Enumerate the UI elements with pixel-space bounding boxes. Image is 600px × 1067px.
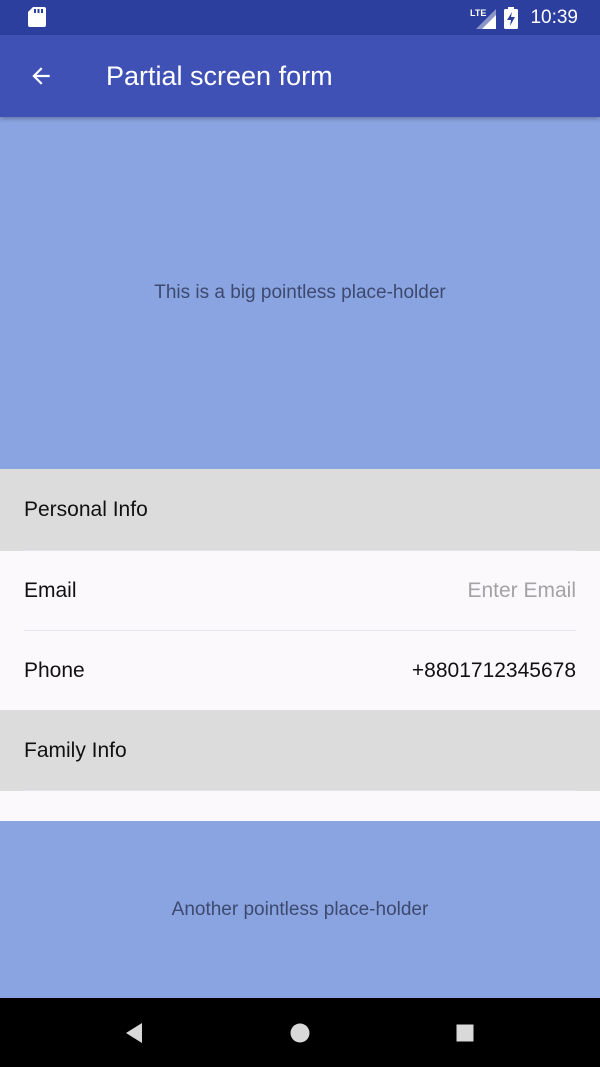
status-time: 10:39 bbox=[530, 6, 578, 28]
nav-home-button[interactable] bbox=[277, 1010, 323, 1056]
phone-field[interactable] bbox=[236, 658, 576, 683]
top-placeholder: This is a big pointless place-holder bbox=[0, 117, 600, 469]
home-circle-icon bbox=[290, 1023, 310, 1043]
family-info-empty-area bbox=[0, 791, 600, 821]
battery-charging-icon bbox=[504, 6, 519, 29]
sd-card-icon bbox=[28, 7, 46, 27]
nav-back-button[interactable] bbox=[111, 1010, 157, 1056]
network-type-label: LTE bbox=[470, 8, 486, 18]
status-bar: LTE 10:39 bbox=[0, 0, 600, 35]
page-title: Partial screen form bbox=[106, 61, 333, 91]
top-placeholder-text: This is a big pointless place-holder bbox=[154, 282, 446, 303]
section-header-family-info: Family Info bbox=[0, 710, 600, 792]
phone-label: Phone bbox=[24, 658, 85, 682]
status-icons: LTE 10:39 bbox=[470, 0, 578, 35]
signal-icon: LTE bbox=[470, 8, 497, 29]
arrow-back-icon bbox=[32, 67, 50, 85]
phone-row[interactable]: Phone bbox=[0, 631, 600, 710]
email-row[interactable]: Email bbox=[0, 551, 600, 630]
recents-square-icon bbox=[456, 1024, 474, 1042]
bottom-placeholder-text: Another pointless place-holder bbox=[171, 898, 429, 920]
back-triangle-icon bbox=[126, 1023, 142, 1043]
section-header-personal-info: Personal Info bbox=[0, 469, 600, 551]
app-bar: Partial screen form bbox=[0, 35, 600, 117]
email-field[interactable] bbox=[236, 578, 576, 603]
navigation-bar bbox=[0, 998, 600, 1067]
bottom-placeholder: Another pointless place-holder bbox=[0, 821, 600, 998]
back-button[interactable] bbox=[18, 53, 64, 99]
nav-recents-button[interactable] bbox=[442, 1010, 488, 1056]
email-label: Email bbox=[24, 578, 77, 602]
